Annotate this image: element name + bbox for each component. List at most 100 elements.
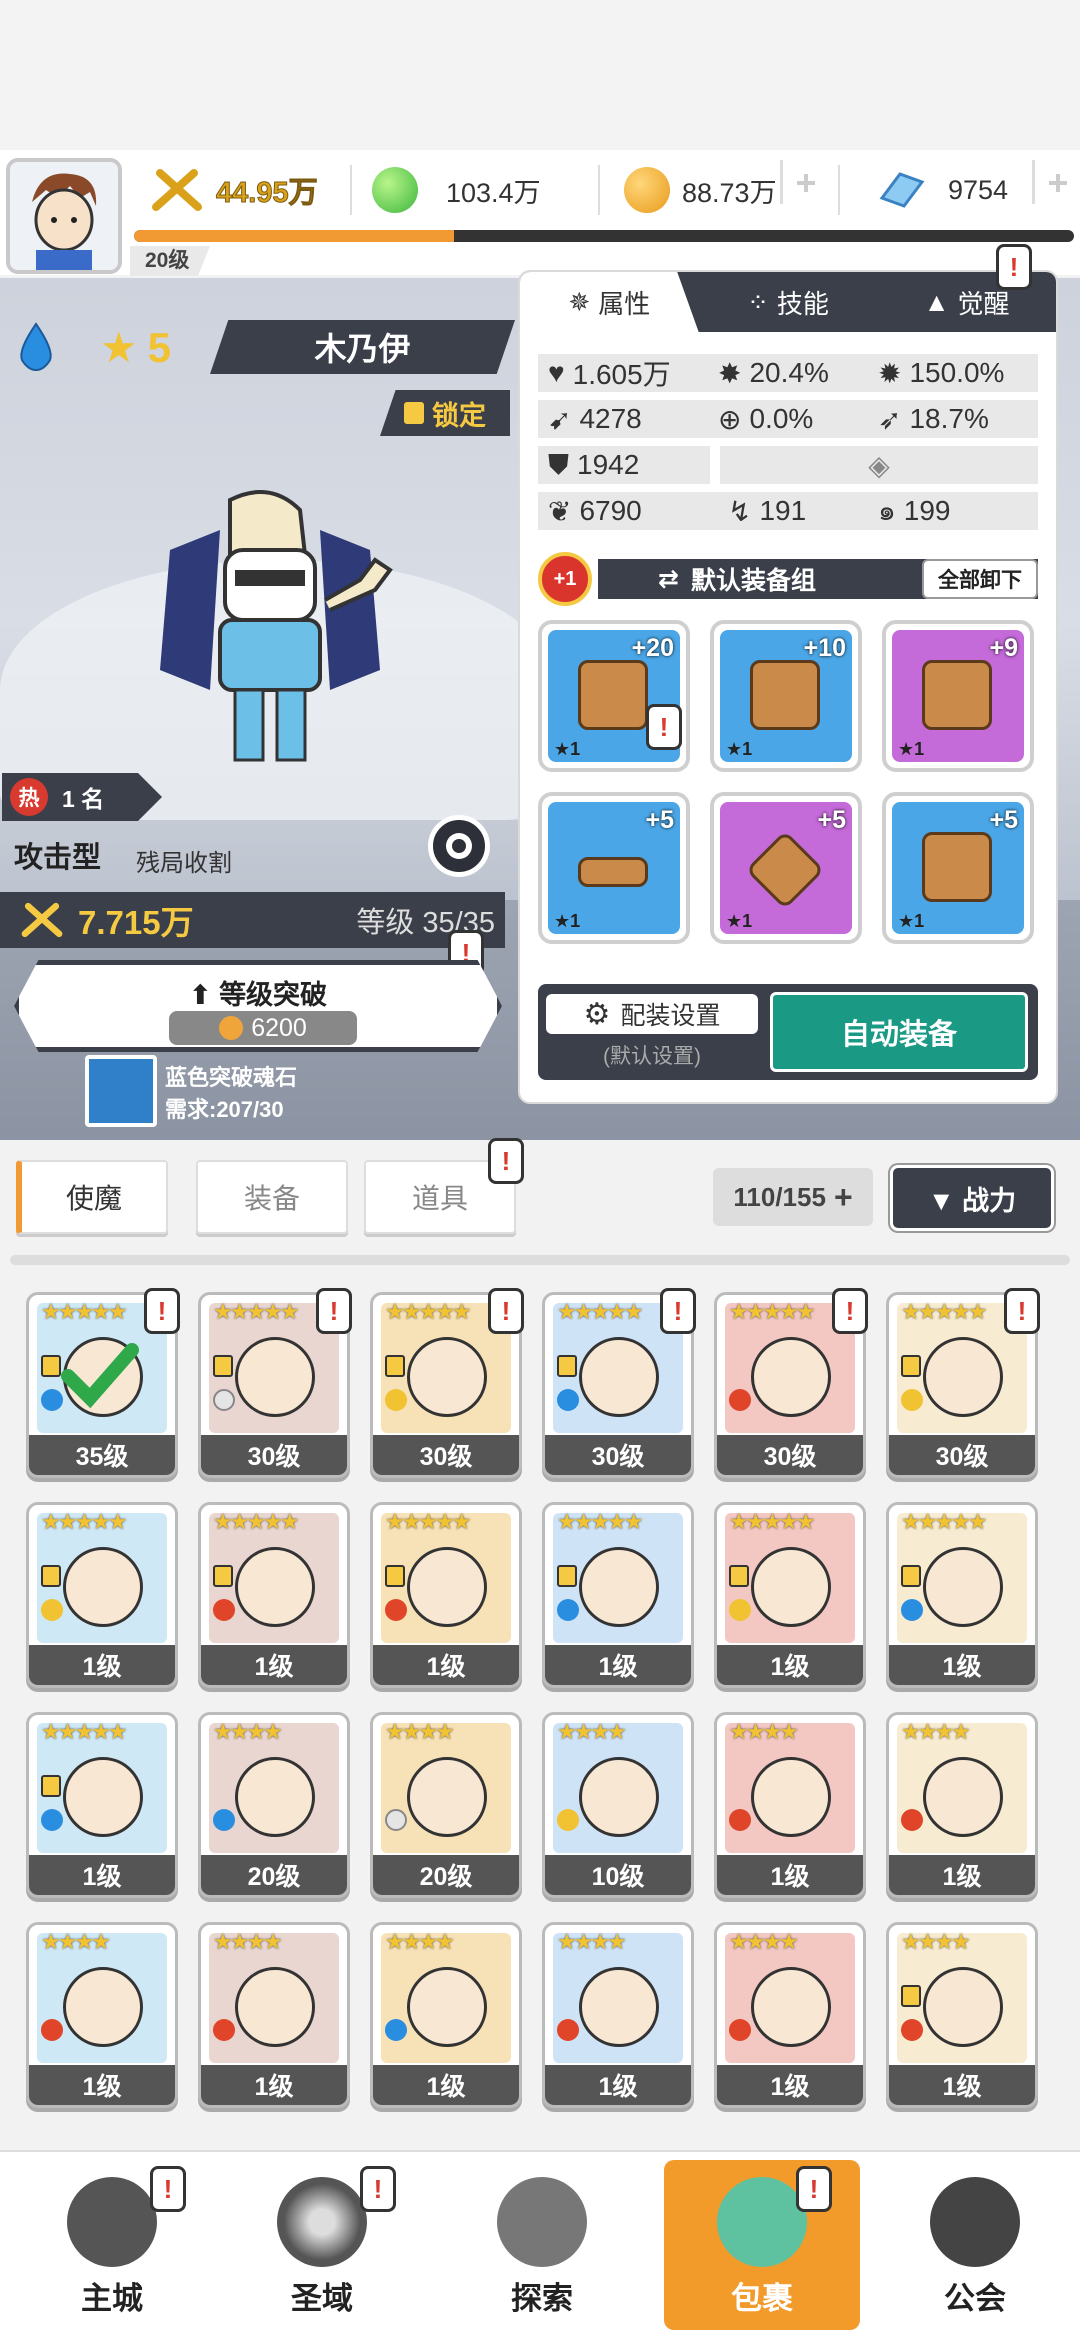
stat-row: ♥ 1.605万 ✸ 20.4% ✹ 150.0% (538, 354, 1038, 392)
familiar-level: 1级 (373, 2065, 519, 2105)
player-avatar[interactable] (6, 158, 122, 274)
stat-value: 191 (759, 495, 807, 526)
expand-plus-icon[interactable]: + (834, 1179, 853, 1216)
add-gold-button[interactable] (780, 160, 824, 204)
familiar-card[interactable]: ★★★★ 1级 (714, 1922, 866, 2108)
stat-def: ⛊ 1942 (538, 446, 710, 484)
equipment-slot[interactable]: +10 ★1 (710, 620, 862, 772)
familiar-stars: ★★★★★ (385, 1509, 472, 1534)
rotate-view-button[interactable] (428, 815, 490, 877)
fire-element-icon (901, 1809, 923, 1831)
power-value: 44.95万 (216, 177, 319, 210)
familiar-card[interactable]: ★★★★★ 1级 (886, 1502, 1038, 1688)
player-level: 20级 (130, 246, 210, 276)
familiar-stars: ★★★★★ (41, 1299, 128, 1324)
crossed-swords-icon (152, 169, 202, 211)
familiar-card[interactable]: ★★★★ 10级 (542, 1712, 694, 1898)
familiar-level: 20级 (373, 1855, 519, 1895)
add-gem-button[interactable] (1032, 160, 1076, 204)
familiar-card[interactable]: ★★★★ 1级 (370, 1922, 522, 2108)
familiar-level: 30级 (201, 1435, 347, 1475)
sort-by-power-button[interactable]: ▼ 战力 (890, 1165, 1054, 1231)
lock-icon (213, 1565, 233, 1587)
chest-icon (750, 660, 820, 730)
wind-element-icon (729, 1599, 751, 1621)
fire-element-icon (41, 2019, 63, 2041)
familiar-level: 1级 (29, 2065, 175, 2105)
familiar-face-icon (579, 1547, 659, 1627)
familiar-card[interactable]: ★★★★ 1级 (886, 1712, 1038, 1898)
stat-row: ❦ 6790 ↯ 191 ๑ 199 (538, 492, 1038, 530)
avatar-portrait-icon (10, 162, 118, 270)
hero-type-desc: 残局收割 (136, 850, 232, 877)
blue-soul-stone-icon[interactable] (85, 1055, 157, 1127)
familiar-card[interactable]: ★★★★ 1级 (198, 1922, 350, 2108)
necklace-icon (745, 830, 825, 910)
nav-label: 探索 (511, 2281, 573, 2316)
star-icon: ★ (100, 324, 138, 371)
alert-badge: ! (144, 1288, 180, 1334)
slot-bg: +5 ★1 (548, 802, 680, 934)
familiar-card[interactable]: ★★★★★ 1级 (370, 1502, 522, 1688)
familiar-card[interactable]: ★★★★ 1级 (26, 1922, 178, 2108)
auto-equip-button[interactable]: 自动装备 (770, 992, 1028, 1072)
lock-icon (41, 1355, 61, 1377)
hero-name: 木乃伊 (210, 320, 515, 374)
tab-familiars[interactable]: 使魔 (16, 1160, 168, 1234)
gold-coin-icon (624, 167, 670, 213)
stat-hit: ⊕ 0.0% (718, 403, 878, 436)
unequip-all-button[interactable]: 全部卸下 (922, 559, 1038, 599)
tab-attributes[interactable]: ✵ 属性 (520, 272, 699, 332)
nav-explore[interactable]: 探索 (452, 2160, 632, 2330)
familiar-card[interactable]: ★★★★★ 1级 (542, 1502, 694, 1688)
familiar-card[interactable]: ★★★★ 1级 (714, 1712, 866, 1898)
rank-value: 1 名 (62, 786, 105, 812)
fire-element-icon (557, 2019, 579, 2041)
equipment-slot[interactable]: +5 ★1 (882, 792, 1034, 944)
familiar-card[interactable]: ★★★★★ 1级 (26, 1712, 178, 1898)
upgrade-badge[interactable]: +1 (538, 552, 592, 606)
light-element-icon (213, 1389, 235, 1411)
stat-value: 150.0% (909, 357, 1005, 388)
equipment-slot[interactable]: +9 ★1 (882, 620, 1034, 772)
equip-stars: ★1 (726, 911, 753, 931)
lock-icon (901, 1985, 921, 2007)
equip-level: +5 (817, 806, 846, 834)
lock-icon (385, 1565, 405, 1587)
swirl-icon: ❦ (548, 495, 572, 527)
loadout-settings-button[interactable]: ⚙ 配装设置 (546, 994, 758, 1034)
familiar-level: 1级 (29, 1645, 175, 1685)
equipment-slot[interactable]: +5 ★1 (710, 792, 862, 944)
familiar-level: 1级 (29, 1855, 175, 1895)
lock-icon (385, 1355, 405, 1377)
equipment-set-bar: +1 ⇄ 默认装备组 全部卸下 (538, 552, 1038, 606)
familiar-card[interactable]: ★★★★ 1级 (886, 1922, 1038, 2108)
familiar-card[interactable]: ★★★★ 20级 (198, 1712, 350, 1898)
stat-hp: ♥ 1.605万 (538, 353, 718, 393)
familiar-card[interactable]: ★★★★ 1级 (542, 1922, 694, 2108)
familiar-face-icon (751, 1547, 831, 1627)
familiar-card[interactable]: ★★★★★ 1级 (714, 1502, 866, 1688)
nav-guild[interactable]: 公会 (885, 2160, 1065, 2330)
level-break-button[interactable]: ⬆ 等级突破 6200 (14, 960, 502, 1052)
stat-crit-dmg: ✹ 150.0% (878, 357, 1004, 390)
lock-toggle[interactable]: 锁定 (380, 390, 510, 436)
familiar-card[interactable]: ★★★★ 20级 (370, 1712, 522, 1898)
divider (350, 165, 352, 215)
alert-badge: ! (150, 2166, 186, 2212)
green-orb-icon (372, 167, 418, 213)
green-currency-display: 103.4万 (372, 158, 541, 222)
familiar-card[interactable]: ★★★★★ 1级 (198, 1502, 350, 1688)
alert-badge: ! (832, 1288, 868, 1334)
familiar-level: 30级 (889, 1435, 1035, 1475)
familiar-stars: ★★★★ (901, 1929, 971, 1954)
tab-skills[interactable]: ⁘ 技能 (699, 272, 878, 332)
familiar-stars: ★★★★★ (557, 1509, 644, 1534)
loadout-config: ⚙ 配装设置 (默认设置) 自动装备 (538, 984, 1038, 1080)
familiar-card[interactable]: ★★★★★ 1级 (26, 1502, 178, 1688)
familiar-level: 1级 (889, 1645, 1035, 1685)
wind-element-icon (901, 1389, 923, 1411)
gear-icon: ⚙ (583, 997, 611, 1031)
tab-equipment[interactable]: 装备 (196, 1160, 348, 1234)
equipment-slot[interactable]: +5 ★1 (538, 792, 690, 944)
